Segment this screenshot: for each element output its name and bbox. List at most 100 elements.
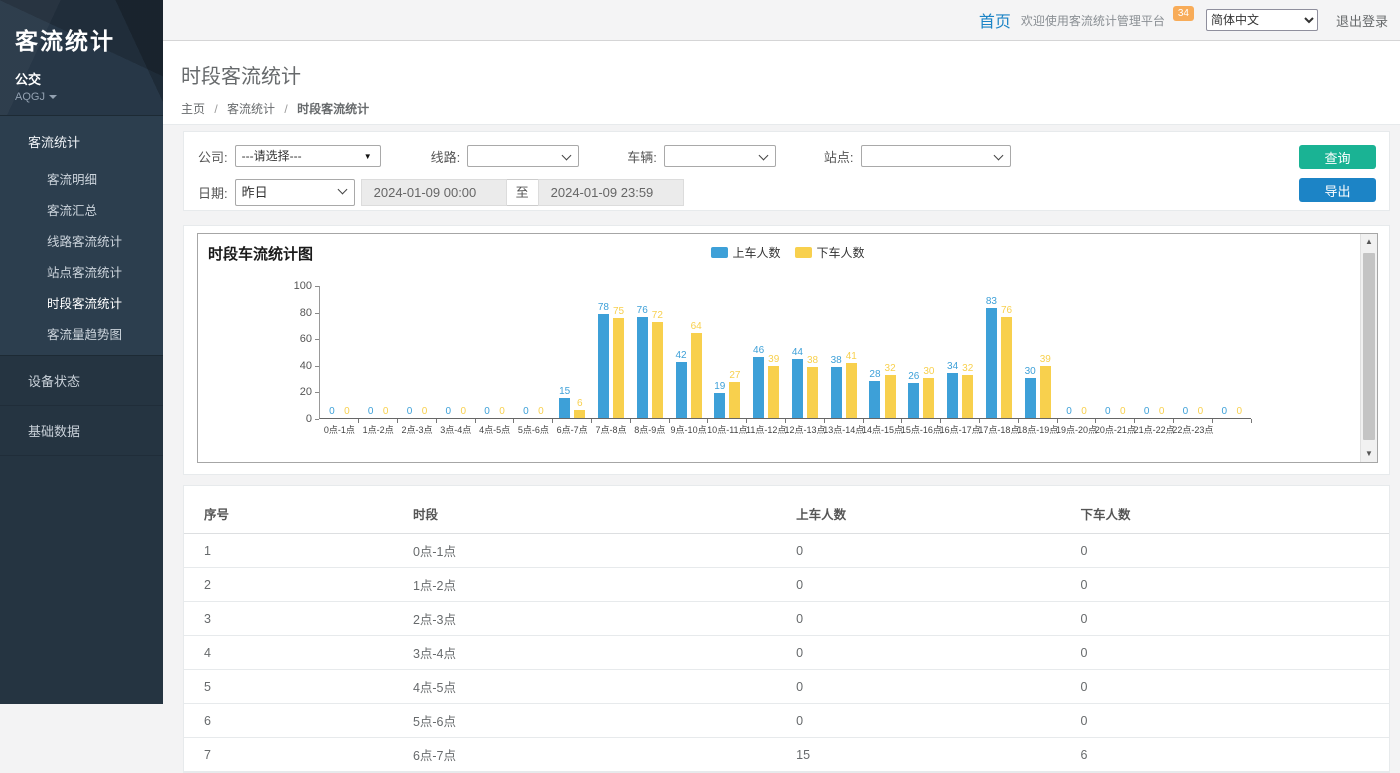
query-button[interactable]: 查询 <box>1299 145 1376 169</box>
bar-group: 004点-5点 <box>475 286 514 418</box>
table-cell: 0 <box>796 704 1080 738</box>
breadcrumb-home[interactable]: 主页 <box>181 102 205 116</box>
breadcrumb: 主页 / 客流统计 / 时段客流统计 <box>181 100 1400 117</box>
bar-value-label: 6 <box>577 398 583 409</box>
sidebar-subitem[interactable]: 客流汇总 <box>0 194 163 225</box>
table-cell: 0点-1点 <box>413 534 796 568</box>
line-select[interactable] <box>467 145 579 167</box>
x-tick-label: 20点-21点 <box>1095 423 1136 436</box>
bar <box>637 317 648 418</box>
breadcrumb-passenger-stats[interactable]: 客流统计 <box>227 102 275 116</box>
bar-value-label: 44 <box>792 347 803 358</box>
bar-group: 837617点-18点 <box>980 286 1019 418</box>
table-header-row: 序号 时段 上车人数 下车人数 <box>184 492 1389 534</box>
sidebar-subitem[interactable]: 线路客流统计 <box>0 225 163 256</box>
bar-value-label: 0 <box>461 406 467 417</box>
bar-group: 005点-6点 <box>514 286 553 418</box>
table-row: 21点-2点00 <box>184 568 1389 602</box>
date-preset-select[interactable]: 昨日 <box>235 179 355 206</box>
bar-value-label: 0 <box>422 406 428 417</box>
bar-column: 76 <box>1001 305 1012 418</box>
scrollbar-thumb[interactable] <box>1363 253 1375 440</box>
filter-panel: 公司: ---请选择--- 线路: 车辆: 站点: 日期: <box>183 131 1390 211</box>
breadcrumb-current: 时段客流统计 <box>297 102 369 116</box>
date-preset-wrap: 昨日 <box>235 179 355 206</box>
company-select[interactable]: ---请选择--- <box>235 145 381 167</box>
bar <box>676 362 687 418</box>
legend-swatch-boarding <box>710 247 727 258</box>
sidebar-item-device-status[interactable]: 设备状态 <box>0 356 163 406</box>
export-button[interactable]: 导出 <box>1299 178 1376 202</box>
chart-scrollbar[interactable]: ▲ ▼ <box>1360 234 1377 462</box>
date-from-input[interactable] <box>361 179 507 206</box>
table-panel: 序号 时段 上车人数 下车人数 10点-1点0021点-2点0032点-3点00… <box>183 485 1390 773</box>
bar <box>574 410 585 418</box>
table-cell: 1点-2点 <box>413 568 796 602</box>
bar-column: 64 <box>691 321 702 418</box>
logout-link[interactable]: 退出登录 <box>1336 11 1388 30</box>
date-to-input[interactable] <box>538 179 684 206</box>
y-tick-label: 0 <box>278 413 312 425</box>
bar-column: 32 <box>885 363 896 418</box>
sidebar-item-passenger-stats[interactable]: 客流统计 <box>0 116 163 163</box>
company-label: 公司: <box>198 147 228 166</box>
sidebar-subitem[interactable]: 客流明细 <box>0 163 163 194</box>
sidebar-submenu: 客流明细客流汇总线路客流统计站点客流统计时段客流统计客流量趋势图 <box>0 163 163 349</box>
y-tick-label: 60 <box>278 333 312 345</box>
bar-column: 46 <box>753 345 764 418</box>
bar <box>768 366 779 418</box>
bar-column: 75 <box>613 306 624 418</box>
legend-label-alighting: 下车人数 <box>817 244 865 261</box>
table-cell: 6 <box>184 704 413 738</box>
bar <box>559 398 570 418</box>
bar <box>753 357 764 418</box>
table-row: 76点-7点156 <box>184 738 1389 772</box>
y-tick-label: 100 <box>278 280 312 292</box>
bar-value-label: 75 <box>613 306 624 317</box>
bar-column: 0 <box>1234 406 1245 418</box>
bar-value-label: 0 <box>446 406 452 417</box>
bar-value-label: 38 <box>831 355 842 366</box>
scrollbar-up-icon[interactable]: ▲ <box>1361 234 1377 250</box>
user-dropdown[interactable]: AQGJ <box>15 91 163 103</box>
language-select[interactable]: 简体中文 <box>1206 9 1318 31</box>
bar-group: 263015点-16点 <box>902 286 941 418</box>
sidebar-item-base-data[interactable]: 基础数据 <box>0 406 163 456</box>
x-tick-label: 19点-20点 <box>1056 423 1097 436</box>
scrollbar-down-icon[interactable]: ▼ <box>1361 446 1377 462</box>
legend-label-boarding: 上车人数 <box>732 244 780 261</box>
bar-column: 44 <box>792 347 803 418</box>
x-tick-label: 10点-11点 <box>707 423 747 436</box>
caret-down-icon <box>49 95 57 99</box>
bar-value-label: 15 <box>559 386 570 397</box>
x-tick-label: 13点-14点 <box>823 423 864 436</box>
date-range-separator: 至 <box>507 179 538 206</box>
bar-column: 39 <box>1040 354 1051 418</box>
y-tick-label: 80 <box>278 307 312 319</box>
sidebar-subitem[interactable]: 站点客流统计 <box>0 256 163 287</box>
vehicle-select[interactable] <box>664 145 776 167</box>
station-select[interactable] <box>861 145 1011 167</box>
bar-value-label: 0 <box>407 406 413 417</box>
bar-value-label: 34 <box>947 361 958 372</box>
bar-value-label: 64 <box>691 321 702 332</box>
home-link[interactable]: 首页 <box>979 8 1011 32</box>
table-cell: 6 <box>1081 738 1390 772</box>
sidebar-nav: 客流统计 客流明细客流汇总线路客流统计站点客流统计时段客流统计客流量趋势图 设备… <box>0 115 163 456</box>
bar-value-label: 0 <box>1081 406 1087 417</box>
bar-column: 28 <box>869 369 880 418</box>
bar-column: 83 <box>986 296 997 418</box>
bar-value-label: 78 <box>598 302 609 313</box>
legend-item-boarding[interactable]: 上车人数 <box>710 244 780 261</box>
sidebar-subitem[interactable]: 客流量趋势图 <box>0 318 163 349</box>
x-tick-label: 8点-9点 <box>634 423 665 436</box>
bar-value-label: 0 <box>1236 406 1242 417</box>
x-tick-label: 4点-5点 <box>479 423 510 436</box>
table-row: 43点-4点00 <box>184 636 1389 670</box>
vehicle-label: 车辆: <box>627 147 657 166</box>
legend-item-alighting[interactable]: 下车人数 <box>795 244 865 261</box>
sidebar-subitem[interactable]: 时段客流统计 <box>0 287 163 318</box>
bar-value-label: 0 <box>484 406 490 417</box>
x-tick-label: 16点-17点 <box>940 423 981 436</box>
bar <box>831 367 842 418</box>
